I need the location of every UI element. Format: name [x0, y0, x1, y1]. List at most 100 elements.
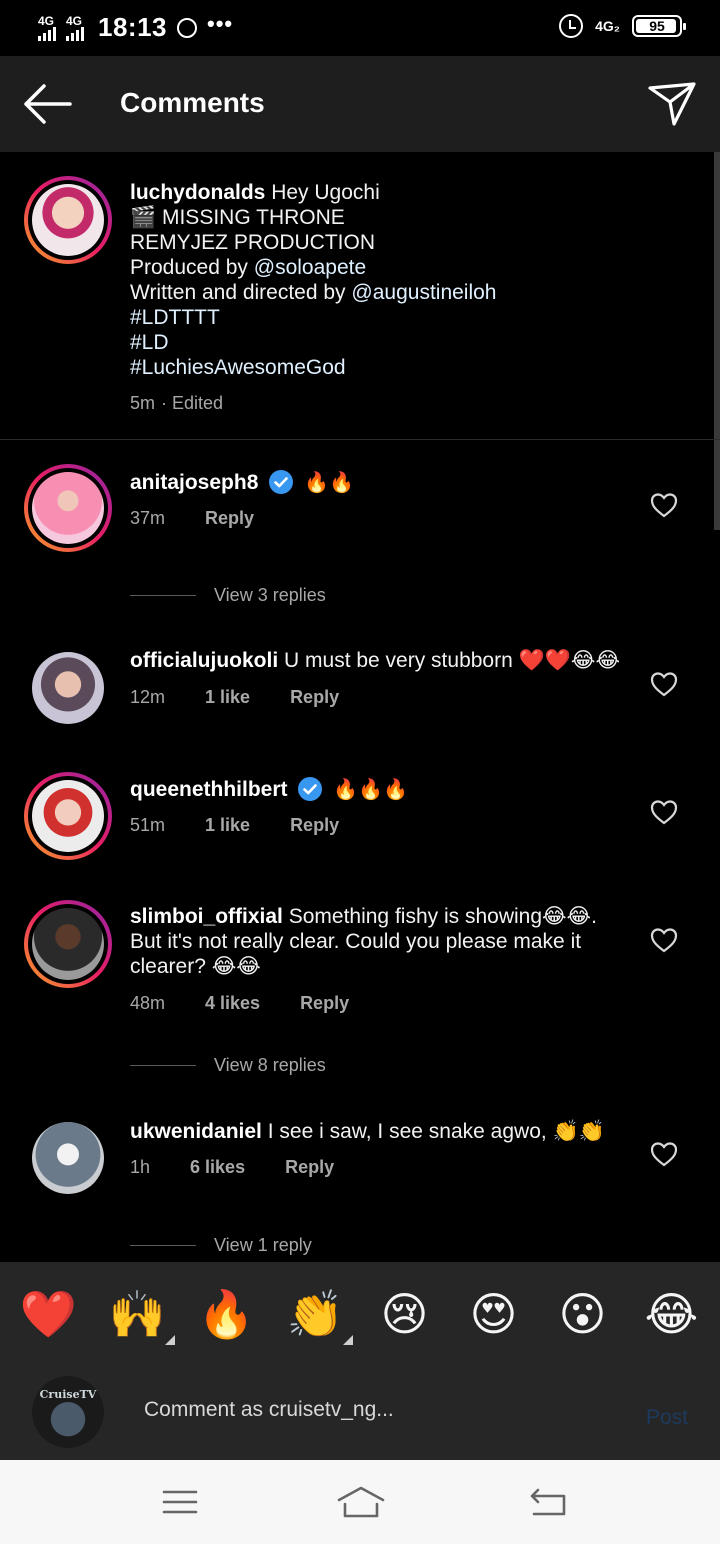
skin-tone-indicator-icon: [342, 1335, 353, 1345]
hashtag-link[interactable]: #LDTTTT: [130, 305, 690, 330]
emoji-heart-button[interactable]: ❤️: [14, 1279, 84, 1349]
emoji-crying-button[interactable]: 😢: [370, 1279, 440, 1349]
comment-body: 🔥🔥: [304, 472, 354, 494]
comment-meta: 37m Reply: [130, 508, 254, 529]
avatar[interactable]: [24, 772, 112, 860]
clock: 18:13: [98, 12, 167, 42]
caption-text: luchydonalds Hey Ugochi 🎬 MISSING THRONE…: [130, 180, 690, 380]
emoji-clap-button[interactable]: 👏: [281, 1279, 353, 1349]
comment-username[interactable]: anitajoseph8: [130, 471, 258, 494]
comment-meta: 12m 1 like Reply: [130, 687, 339, 708]
caption-line: Hey Ugochi: [271, 181, 380, 204]
emoji-laughing-button[interactable]: 😂: [637, 1279, 707, 1349]
home-icon[interactable]: [336, 1482, 386, 1522]
avatar[interactable]: [24, 464, 112, 552]
caption-username[interactable]: luchydonalds: [130, 181, 265, 204]
comment-body: 🔥🔥🔥: [333, 779, 408, 801]
view-replies-button[interactable]: View 8 replies: [130, 1055, 326, 1076]
emoji-surprised-button[interactable]: 😮: [548, 1279, 618, 1349]
avatar-logo-text: CruiseTV: [39, 1388, 97, 1401]
comment-text: queenethhilbert 🔥🔥🔥: [130, 776, 408, 802]
reply-button[interactable]: Reply: [290, 815, 339, 836]
caption-meta: 5m · Edited: [130, 393, 223, 414]
network-label-2: 4G: [66, 13, 83, 28]
view-replies-label: View 8 replies: [214, 1055, 326, 1075]
caption-line: Written and directed by: [130, 281, 352, 304]
avatar[interactable]: [24, 900, 112, 988]
comment-body: U must be very stubborn ❤️❤️😂😂: [284, 649, 620, 672]
avatar-image: [32, 472, 104, 544]
likes-count[interactable]: 4 likes: [205, 993, 260, 1014]
comment-text: slimboi_offixial Something fishy is show…: [130, 904, 650, 979]
status-bar: 4G 4G 18:13 ••• 4G₂ 95: [0, 0, 720, 56]
reply-button[interactable]: Reply: [285, 1157, 334, 1178]
mention-link[interactable]: @soloapete: [254, 256, 366, 279]
avatar[interactable]: [32, 652, 104, 724]
emoji-glyph: 👏: [286, 1287, 345, 1340]
app-bar: Comments: [0, 56, 720, 152]
replies-divider: [130, 1245, 196, 1246]
signal-sim1: 4G: [38, 15, 56, 41]
comment-username[interactable]: slimboi_offixial: [130, 905, 283, 928]
post-caption: luchydonalds Hey Ugochi 🎬 MISSING THRONE…: [0, 152, 720, 440]
status-right: 4G₂ 95: [559, 14, 686, 38]
caption-time: 5m: [130, 393, 156, 413]
heart-outline-icon[interactable]: [650, 927, 678, 953]
comment-text: officialujuokoli U must be very stubborn…: [130, 648, 620, 673]
caption-line: 🎬 MISSING THRONE: [130, 206, 345, 229]
comment-body: But it's not really clear. Could you ple…: [130, 930, 582, 953]
hashtag-link[interactable]: #LuchiesAwesomeGod: [130, 355, 690, 380]
mention-link[interactable]: @augustineiloh: [351, 281, 496, 304]
comment-time: 37m: [130, 508, 166, 528]
back-button[interactable]: [20, 80, 74, 128]
avatar-image: [32, 184, 104, 256]
reply-button[interactable]: Reply: [205, 508, 254, 529]
replies-divider: [130, 595, 196, 596]
view-replies-label: View 1 reply: [214, 1235, 312, 1255]
comment-input[interactable]: Comment as cruisetv_ng...: [144, 1398, 394, 1422]
likes-count[interactable]: 1 like: [205, 815, 250, 836]
battery-percent: 95: [649, 18, 665, 34]
user-avatar[interactable]: CruiseTV: [32, 1376, 104, 1448]
caption-line: Produced by: [130, 256, 254, 279]
signal-bars-icon: [66, 26, 84, 41]
view-replies-button[interactable]: View 3 replies: [130, 585, 326, 606]
back-icon[interactable]: [528, 1482, 568, 1522]
view-replies-button[interactable]: View 1 reply: [130, 1235, 312, 1256]
hashtag-link[interactable]: #LD: [130, 330, 690, 355]
menu-icon[interactable]: [160, 1482, 200, 1522]
reply-button[interactable]: Reply: [300, 993, 349, 1014]
avatar[interactable]: [24, 176, 112, 264]
emoji-heart-eyes-button[interactable]: 😍: [459, 1279, 529, 1349]
heart-outline-icon[interactable]: [650, 492, 678, 518]
emoji-glyph: 🙌: [108, 1287, 167, 1340]
heart-outline-icon[interactable]: [650, 799, 678, 825]
comment-body: clearer? 😂😂: [130, 955, 261, 978]
post-button[interactable]: Post: [646, 1406, 688, 1430]
emoji-raising-hands-button[interactable]: 🙌: [103, 1279, 175, 1349]
system-nav-bar: [0, 1460, 720, 1544]
comment-meta: 1h 6 likes Reply: [130, 1157, 334, 1178]
heart-outline-icon[interactable]: [650, 671, 678, 697]
comment-time: 12m: [130, 687, 166, 707]
more-notifications-icon: •••: [207, 10, 234, 36]
comment-body: I see i saw, I see snake agwo, 👏👏: [267, 1120, 605, 1143]
likes-count[interactable]: 1 like: [205, 687, 250, 708]
caption-edited: · Edited: [161, 393, 224, 413]
comment-meta: 51m 1 like Reply: [130, 815, 339, 836]
emoji-fire-button[interactable]: 🔥: [192, 1279, 262, 1349]
status-left: 4G 4G 18:13 •••: [38, 10, 234, 43]
paper-plane-icon: [648, 82, 696, 126]
alarm-icon: [559, 14, 584, 38]
reply-button[interactable]: Reply: [290, 687, 339, 708]
share-button[interactable]: [646, 78, 698, 130]
comment-username[interactable]: queenethhilbert: [130, 778, 288, 801]
comment-username[interactable]: ukwenidaniel: [130, 1120, 262, 1143]
avatar[interactable]: [32, 1122, 104, 1194]
comment-username[interactable]: officialujuokoli: [130, 649, 278, 672]
verified-badge-icon: [298, 777, 323, 801]
signal-bars-icon: [38, 26, 56, 41]
heart-outline-icon[interactable]: [650, 1141, 678, 1167]
comment-meta: 48m 4 likes Reply: [130, 993, 349, 1014]
likes-count[interactable]: 6 likes: [190, 1157, 245, 1178]
